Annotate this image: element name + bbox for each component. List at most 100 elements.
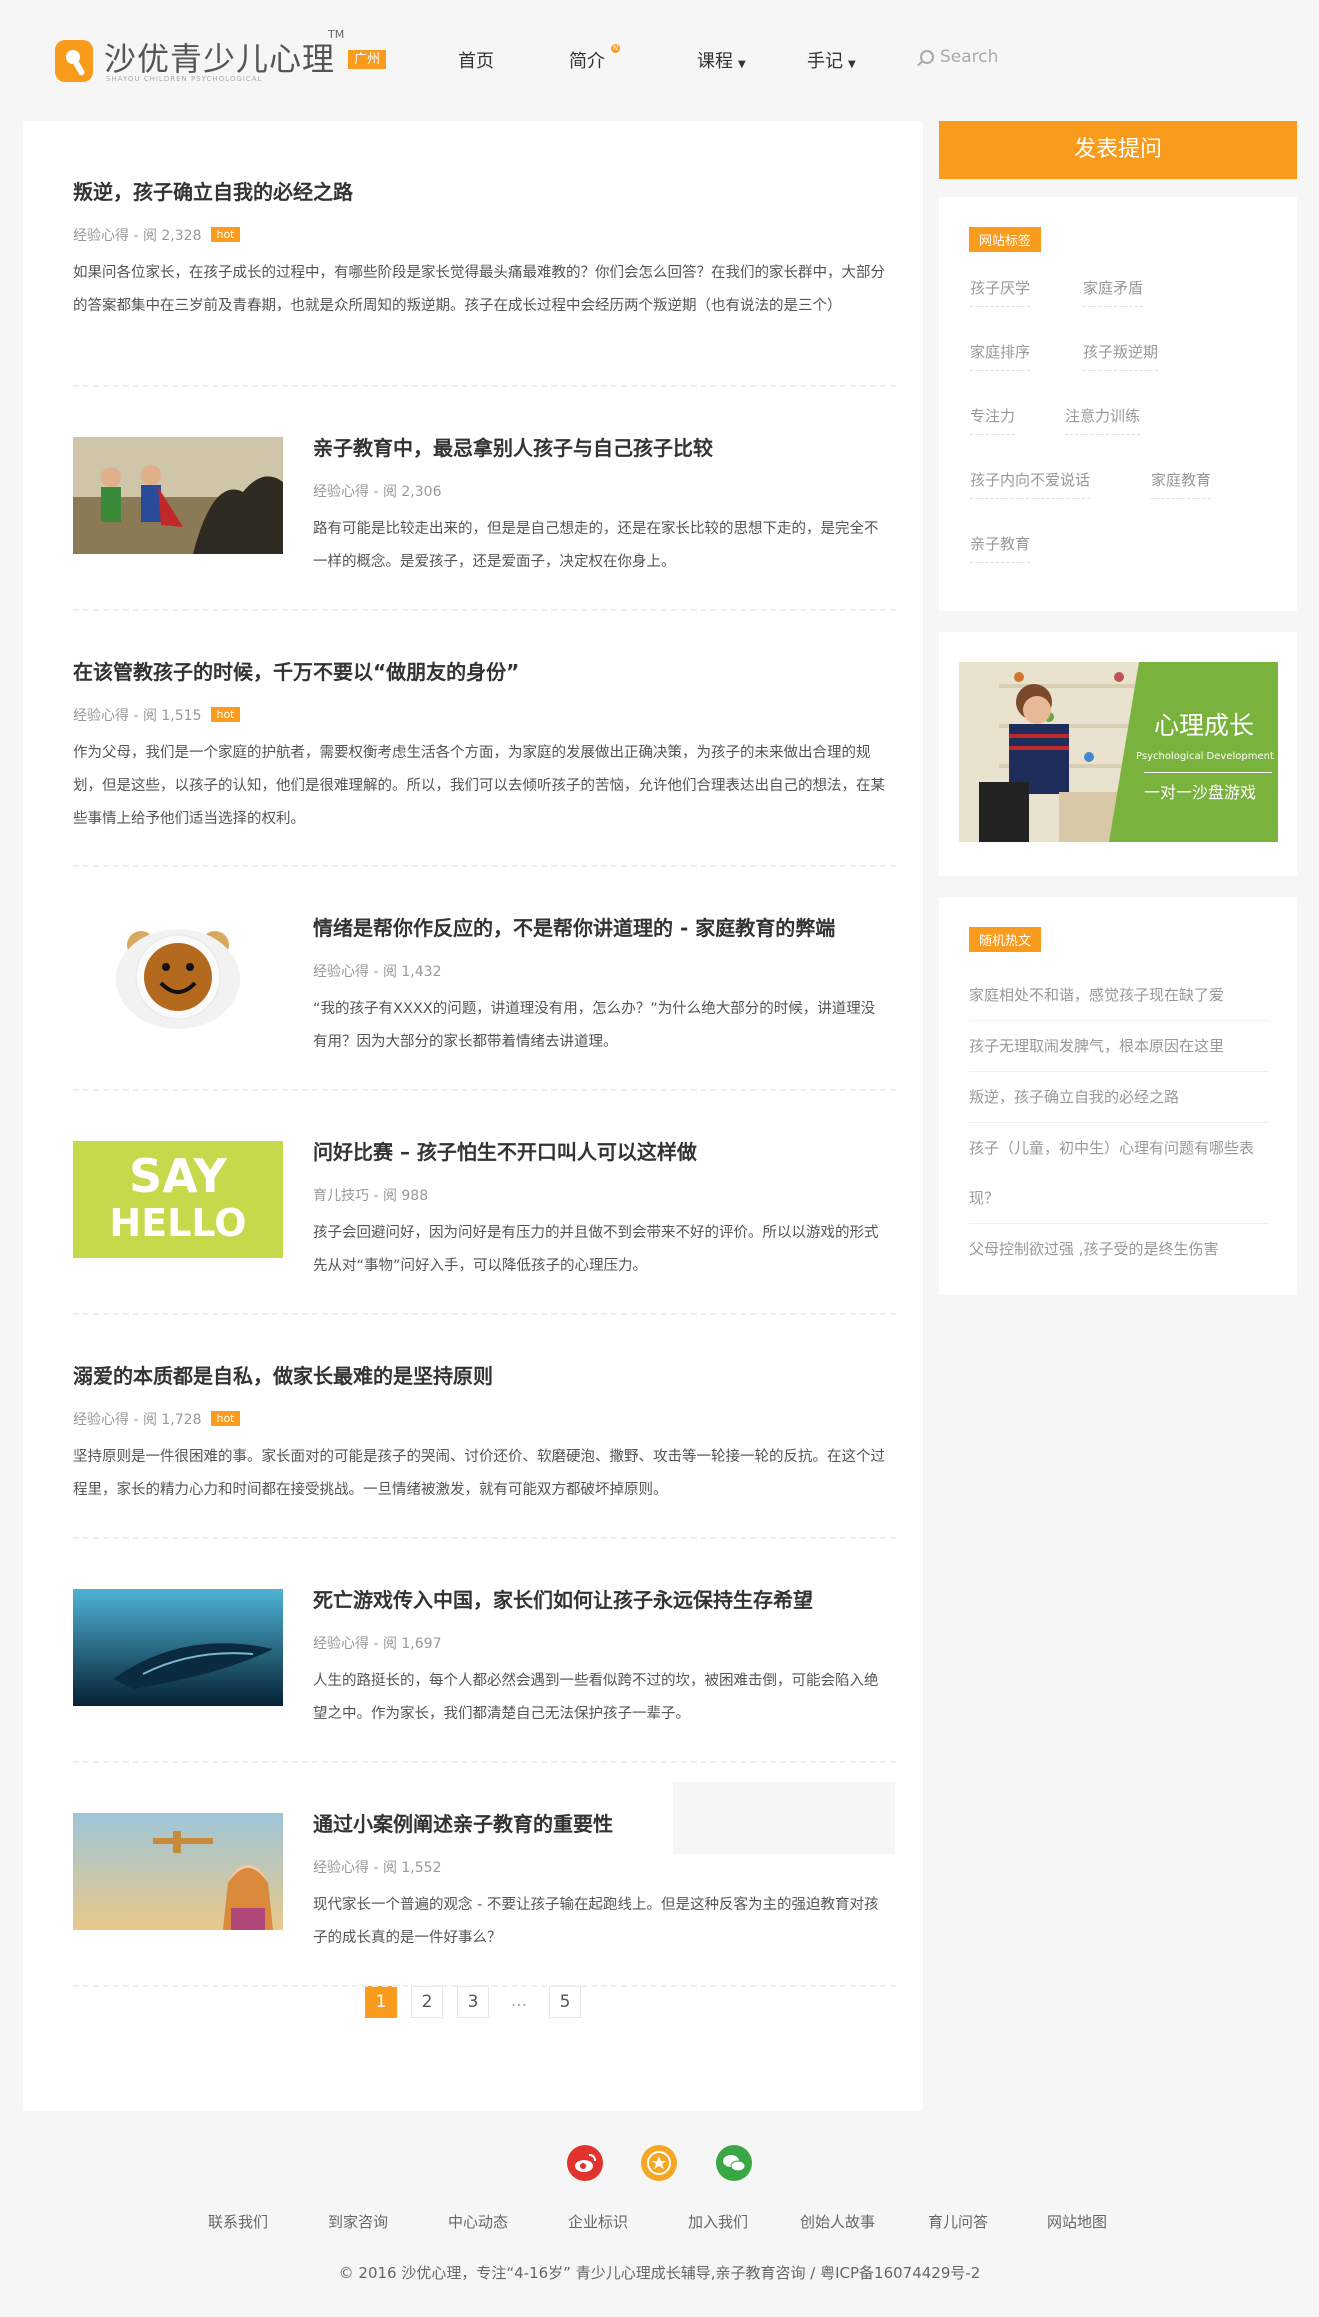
hot-post-link[interactable]: 孩子无理取闹发脾气，根本原因在这里	[969, 1021, 1269, 1072]
post-views: 阅 1,552	[382, 1860, 442, 1876]
page-5-button[interactable]: 5	[549, 1986, 581, 2018]
list-item: 溺爱的本质都是自私，做家长最难的是坚持原则 经验心得 - 阅 1,728 hot …	[73, 1360, 896, 1507]
tags-widget: 网站标签 孩子厌学 家庭矛盾 家庭排序 孩子叛逆期 专注力 注意力训练 孩子内向…	[939, 197, 1297, 611]
hot-badge: hot	[211, 1411, 240, 1426]
post-meta: 经验心得 - 阅 1,432	[313, 964, 442, 980]
post-category[interactable]: 经验心得	[73, 1412, 129, 1428]
post-category[interactable]: 经验心得	[313, 964, 369, 980]
list-item: 问好比赛 – 孩子怕生不开口叫人可以这样做 育儿技巧 - 阅 988 孩子会回避…	[313, 1136, 888, 1283]
list-item: 死亡游戏传入中国，家长们如何让孩子永远保持生存希望 经验心得 - 阅 1,697…	[313, 1584, 888, 1731]
nav-home[interactable]: 首页	[458, 47, 494, 73]
page-2-button[interactable]: 2	[411, 1986, 443, 2018]
post-category[interactable]: 经验心得	[313, 484, 369, 500]
post-thumbnail[interactable]	[73, 1813, 283, 1930]
post-category[interactable]: 经验心得	[73, 228, 129, 244]
post-category[interactable]: 经验心得	[313, 1860, 369, 1876]
post-views: 阅 988	[382, 1188, 429, 1204]
city-badge: 广州	[348, 50, 387, 69]
post-excerpt: “我的孩子有XXXX的问题，讲道理没有用，怎么办？”为什么绝大部分的时候，讲道理…	[313, 1001, 876, 1050]
post-category[interactable]: 经验心得	[313, 1636, 369, 1652]
logo-text[interactable]: 沙优青少儿心理	[104, 34, 335, 80]
nav-courses[interactable]: 课程 ▼	[697, 47, 746, 73]
banner-widget: 心理成长 Psychological Development 一对一沙盘游戏	[939, 632, 1297, 876]
footer-link[interactable]: 联系我们	[208, 2211, 268, 2232]
banner-caption: 一对一沙盘游戏	[1144, 783, 1257, 802]
post-views: 阅 2,328	[142, 228, 202, 244]
tag-link[interactable]: 亲子教育	[970, 533, 1031, 563]
post-views: 阅 1,728	[142, 1412, 202, 1428]
banner-divider	[1144, 772, 1272, 773]
nav-intro[interactable]: 简介	[569, 47, 605, 73]
post-excerpt: 路有可能是比较走出来的，但是是自己想走的，还是在家长比较的思想下走的，是完全不一…	[313, 521, 879, 570]
post-thumbnail[interactable]	[73, 1589, 283, 1706]
footer-link[interactable]: 育儿问答	[928, 2211, 988, 2232]
page-1-button[interactable]: 1	[365, 1986, 397, 2018]
tag-link[interactable]: 专注力	[970, 405, 1016, 435]
favorite-icon[interactable]	[641, 2145, 677, 2181]
list-item: 情绪是帮你作反应的，不是帮你讲道理的 - 家庭教育的弊端 经验心得 - 阅 1,…	[313, 912, 888, 1059]
hot-posts-title: 随机热文	[969, 927, 1042, 952]
divider	[73, 865, 896, 867]
divider	[73, 1313, 896, 1315]
post-meta: 经验心得 - 阅 1,515 hot	[73, 705, 896, 725]
footer-link[interactable]: 企业标识	[568, 2211, 628, 2232]
nav-intro-label: 简介	[569, 51, 605, 72]
trademark: TM	[328, 28, 345, 41]
post-title[interactable]: 问好比赛 – 孩子怕生不开口叫人可以这样做	[313, 1136, 888, 1165]
post-meta: 经验心得 - 阅 1,552	[313, 1860, 442, 1876]
post-thumbnail[interactable]	[73, 437, 283, 554]
post-thumbnail[interactable]	[73, 917, 283, 1034]
thumbnail-text: HELLO	[109, 1201, 247, 1245]
divider	[73, 1537, 896, 1539]
promo-banner[interactable]: 心理成长 Psychological Development 一对一沙盘游戏	[959, 662, 1278, 842]
post-meta: 育儿技巧 - 阅 988	[313, 1188, 429, 1204]
post-title[interactable]: 亲子教育中，最忌拿别人孩子与自己孩子比较	[313, 432, 888, 461]
search-icon[interactable]	[920, 50, 934, 64]
tag-link[interactable]: 孩子内向不爱说话	[970, 469, 1091, 499]
footer-link[interactable]: 网站地图	[1047, 2211, 1107, 2232]
footer-link[interactable]: 中心动态	[448, 2211, 508, 2232]
hot-post-link[interactable]: 叛逆，孩子确立自我的必经之路	[969, 1072, 1269, 1123]
banner-subtitle: Psychological Development	[1136, 751, 1274, 762]
weibo-icon[interactable]	[567, 2145, 603, 2181]
tag-link[interactable]: 家庭教育	[1151, 469, 1212, 499]
ask-question-button[interactable]: 发表提问	[939, 121, 1297, 179]
hot-post-link[interactable]: 孩子（儿童，初中生）心理有问题有哪些表现？	[969, 1123, 1269, 1224]
tag-link[interactable]: 家庭排序	[970, 341, 1031, 371]
nav-notes[interactable]: 手记 ▼	[807, 47, 856, 73]
post-category[interactable]: 经验心得	[73, 708, 129, 724]
nav-notes-label: 手记	[807, 51, 843, 72]
post-title[interactable]: 死亡游戏传入中国，家长们如何让孩子永远保持生存希望	[313, 1584, 888, 1613]
wechat-icon[interactable]	[716, 2145, 752, 2181]
tag-link[interactable]: 孩子厌学	[970, 277, 1031, 307]
post-title[interactable]: 溺爱的本质都是自私，做家长最难的是坚持原则	[73, 1360, 896, 1389]
banner-title: 心理成长	[1154, 711, 1255, 740]
footer-link[interactable]: 创始人故事	[800, 2211, 875, 2232]
divider	[73, 1089, 896, 1091]
tag-link[interactable]: 孩子叛逆期	[1083, 341, 1159, 371]
post-title[interactable]: 在该管教孩子的时候，千万不要以“做朋友的身份”	[73, 656, 896, 685]
page-3-button[interactable]: 3	[457, 1986, 489, 2018]
tag-link[interactable]: 注意力训练	[1065, 405, 1141, 435]
logo-icon[interactable]	[55, 40, 93, 82]
chevron-down-icon: ▼	[848, 59, 856, 70]
list-item: 在该管教孩子的时候，千万不要以“做朋友的身份” 经验心得 - 阅 1,515 ho…	[73, 656, 896, 836]
post-meta: 经验心得 - 阅 2,306	[313, 484, 442, 500]
new-badge: N	[611, 44, 620, 53]
hot-badge: hot	[211, 227, 240, 242]
post-thumbnail[interactable]: SAY HELLO	[73, 1141, 283, 1258]
tag-link[interactable]: 家庭矛盾	[1083, 277, 1144, 307]
footer-link[interactable]: 加入我们	[688, 2211, 748, 2232]
post-views: 阅 1,515	[142, 708, 202, 724]
hot-post-link[interactable]: 父母控制欲过强 ,孩子受的是终生伤害	[969, 1224, 1269, 1274]
footer-link[interactable]: 到家咨询	[328, 2211, 388, 2232]
post-excerpt: 如果问各位家长，在孩子成长的过程中，有哪些阶段是家长觉得最头痛最难教的？你们会怎…	[73, 265, 885, 314]
search-input[interactable]	[940, 44, 1060, 70]
list-item: 叛逆，孩子确立自我的必经之路 经验心得 - 阅 2,328 hot 如果问各位家长…	[73, 176, 896, 323]
divider	[73, 1761, 896, 1763]
hot-post-link[interactable]: 家庭相处不和谐，感觉孩子现在缺了爱	[969, 970, 1269, 1021]
post-title[interactable]: 情绪是帮你作反应的，不是帮你讲道理的 - 家庭教育的弊端	[313, 912, 888, 941]
post-title[interactable]: 叛逆，孩子确立自我的必经之路	[73, 176, 896, 205]
post-category[interactable]: 育儿技巧	[313, 1188, 369, 1204]
post-excerpt: 作为父母，我们是一个家庭的护航者，需要权衡考虑生活各个方面，为家庭的发展做出正确…	[73, 745, 885, 827]
